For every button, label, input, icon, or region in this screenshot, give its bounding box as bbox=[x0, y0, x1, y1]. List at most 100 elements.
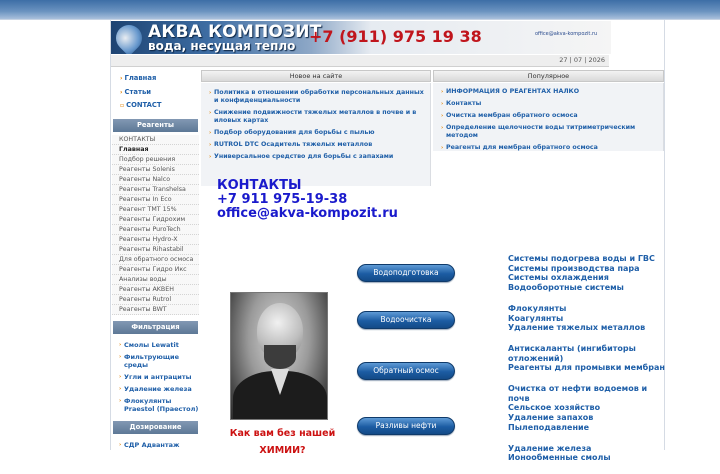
category-group-iron: Удаление железа Ионообменные смолы bbox=[508, 444, 668, 463]
main-nav: › Главная › Статьи ▫ CONTACT bbox=[112, 68, 199, 117]
reagent-menu-item[interactable]: Реагенты PuroTech bbox=[112, 224, 199, 235]
reagent-menu-item[interactable]: Реагенты Transhelsa bbox=[112, 184, 199, 195]
reagent-menu-item[interactable]: Реагенты Гидрохим bbox=[112, 214, 199, 225]
category-link[interactable]: Удаление запахов bbox=[508, 413, 668, 423]
arrow-right-icon: › bbox=[209, 142, 212, 148]
reagent-menu-item[interactable]: Реагенты Гидро Икс bbox=[112, 264, 199, 275]
reagent-menu-item[interactable]: Реагенты BWT bbox=[112, 304, 199, 315]
reagent-menu-item[interactable]: Реагенты In Eco bbox=[112, 194, 199, 205]
banner-email-link[interactable]: office@akva-kompozit.ru bbox=[535, 31, 597, 37]
filtration-menu-item[interactable]: › Флокулянты Praestol (Праестол) bbox=[112, 395, 199, 415]
reagent-menu-item[interactable]: Подбор решения bbox=[112, 154, 199, 165]
category-link[interactable]: Коагулянты bbox=[508, 314, 668, 324]
water-purification-button[interactable]: Водоочистка bbox=[357, 311, 455, 329]
contacts-phone: +7 911 975-19-38 bbox=[217, 192, 348, 207]
category-link[interactable]: Удаление тяжелых металлов bbox=[508, 323, 668, 333]
reagent-menu-item[interactable]: Для обратного осмоса bbox=[112, 254, 199, 265]
category-link[interactable]: Антискаланты (ингибиторы отложений) bbox=[508, 344, 668, 363]
arrow-right-icon: › bbox=[119, 441, 122, 448]
arrow-right-icon: › bbox=[209, 154, 212, 160]
reagent-menu-item[interactable]: Реагенты Rihastabil bbox=[112, 244, 199, 255]
arrow-right-icon: › bbox=[441, 113, 444, 119]
filtration-menu-item[interactable]: › Угли и антрациты bbox=[112, 371, 199, 383]
page-container: АКВА КОМПОЗИТ вода, несущая тепло +7 (91… bbox=[110, 20, 666, 462]
nav-item-articles[interactable]: › Статьи bbox=[120, 86, 199, 100]
arrow-right-icon: › bbox=[441, 89, 444, 95]
portrait-image bbox=[230, 292, 328, 420]
category-group-antiscalants: Антискаланты (ингибиторы отложений) Реаг… bbox=[508, 344, 668, 373]
category-group-oil: Очистка от нефти водоемов и почв Сельско… bbox=[508, 384, 668, 433]
category-link[interactable]: Флокулянты bbox=[508, 304, 668, 314]
news-item[interactable]: › Универсальное средство для борьбы с зап… bbox=[201, 151, 430, 163]
category-link[interactable]: Ионообменные смолы bbox=[508, 453, 668, 463]
reagent-menu-item[interactable]: Анализы воды bbox=[112, 274, 199, 285]
arrow-right-icon: › bbox=[119, 353, 122, 360]
reagent-menu-item[interactable]: Реагенты Nalco bbox=[112, 174, 199, 185]
contacts-block: КОНТАКТЫ +7 911 975-19-38 office@akva-ko… bbox=[217, 179, 398, 221]
arrow-right-icon: › bbox=[119, 341, 122, 348]
popular-item[interactable]: › Определение щелочности воды титриметрич… bbox=[433, 122, 663, 142]
water-treatment-button[interactable]: Водоподготовка bbox=[357, 264, 455, 282]
category-link[interactable]: Системы производства пара bbox=[508, 264, 668, 274]
news-item[interactable]: › Политика в отношении обработки персонал… bbox=[201, 87, 430, 107]
popular-heading: Популярное bbox=[433, 70, 664, 82]
category-link[interactable]: Удаление железа bbox=[508, 444, 668, 454]
popular-item[interactable]: › Очистка мембран обратного осмоса bbox=[433, 110, 663, 122]
popular-item[interactable]: › Контакты bbox=[433, 98, 663, 110]
category-link[interactable]: Реагенты для промывки мембран bbox=[508, 363, 668, 373]
filtration-heading: Фильтрация bbox=[113, 320, 198, 334]
reverse-osmosis-button[interactable]: Обратный осмос bbox=[357, 362, 455, 380]
category-group-flocculants: Флокулянты Коагулянты Удаление тяжелых м… bbox=[508, 304, 668, 333]
reagent-menu-item[interactable]: Реагенты AKBEH bbox=[112, 284, 199, 295]
category-link[interactable]: Системы охлаждения bbox=[508, 273, 668, 283]
oil-spills-button[interactable]: Разливы нефти bbox=[357, 417, 455, 435]
date-bar: 27 | 07 | 2026 bbox=[111, 55, 609, 67]
left-sidebar: › Главная › Статьи ▫ CONTACT Реагенты КОНТА… bbox=[112, 68, 199, 450]
category-link[interactable]: Водооборотные системы bbox=[508, 283, 668, 293]
news-heading: Новое на сайте bbox=[201, 70, 431, 82]
arrow-right-icon: › bbox=[120, 88, 123, 96]
news-item[interactable]: › RUTROL DTC Осадитель тяжелых металлов bbox=[201, 139, 430, 151]
dosing-heading: Дозирование bbox=[113, 420, 198, 434]
filtration-menu-item[interactable]: › Фильтрующие среды bbox=[112, 351, 199, 371]
news-item[interactable]: › Подбор оборудования для борьбы с пылью bbox=[201, 127, 430, 139]
reagent-menu-item[interactable]: Реагенты Solenis bbox=[112, 164, 199, 175]
category-link[interactable]: Системы подогрева воды и ГВС bbox=[508, 254, 668, 264]
dosing-menu: › СДР Адвантаж bbox=[112, 437, 199, 451]
filtration-menu-item[interactable]: › Удаление железа bbox=[112, 383, 199, 395]
category-link[interactable]: Сельское хозяйство bbox=[508, 403, 668, 413]
nav-item-contact[interactable]: ▫ CONTACT bbox=[120, 99, 199, 113]
filtration-menu-item[interactable]: › Смолы Lewatit bbox=[112, 339, 199, 351]
dosing-menu-item[interactable]: › СДР Адвантаж bbox=[112, 439, 199, 451]
water-drop-icon bbox=[111, 21, 148, 54]
category-link[interactable]: Пылеподавление bbox=[508, 423, 668, 433]
popular-item[interactable]: › ИНФОРМАЦИЯ О РЕАГЕНТАХ НАЛКО bbox=[433, 86, 663, 98]
arrow-right-icon: › bbox=[441, 125, 444, 131]
reagents-menu: КОНТАКТЫ Главная Подбор решения Реагенты… bbox=[112, 134, 199, 315]
current-date: 27 | 07 | 2026 bbox=[559, 56, 605, 64]
category-link[interactable]: Очистка от нефти водоемов и почв bbox=[508, 384, 668, 403]
arrow-right-icon: › bbox=[119, 373, 122, 380]
arrow-right-icon: › bbox=[209, 90, 212, 96]
site-banner: АКВА КОМПОЗИТ вода, несущая тепло +7 (91… bbox=[111, 20, 666, 55]
arrow-right-icon: › bbox=[209, 130, 212, 136]
reagent-menu-item[interactable]: Главная bbox=[112, 144, 199, 155]
broken-image-icon: ▫ bbox=[120, 102, 125, 109]
filtration-menu: › Смолы Lewatit › Фильтрующие среды › Угли … bbox=[112, 337, 199, 415]
reagent-menu-item[interactable]: КОНТАКТЫ bbox=[112, 134, 199, 145]
reagents-heading: Реагенты bbox=[113, 118, 198, 132]
popular-item[interactable]: › Реагенты для мембран обратного осмоса bbox=[433, 142, 663, 154]
portrait-caption: Как вам без нашей ХИМИИ? bbox=[229, 428, 336, 456]
reagent-menu-item[interactable]: Реагенты Hydro-X bbox=[112, 234, 199, 245]
category-links: Системы подогрева воды и ГВС Системы про… bbox=[508, 254, 668, 474]
arrow-right-icon: › bbox=[441, 145, 444, 151]
banner-image[interactable]: АКВА КОМПОЗИТ вода, несущая тепло +7 (91… bbox=[111, 21, 611, 54]
reagent-menu-item[interactable]: Реагент ТМТ 15% bbox=[112, 204, 199, 215]
news-item[interactable]: › Снижение подвижности тяжелых металлов в… bbox=[201, 107, 430, 127]
arrow-right-icon: › bbox=[441, 101, 444, 107]
contacts-email[interactable]: office@akva-kompozit.ru bbox=[217, 207, 398, 221]
nav-item-home[interactable]: › Главная bbox=[120, 72, 199, 86]
contacts-title: КОНТАКТЫ bbox=[217, 178, 302, 193]
arrow-right-icon: › bbox=[209, 110, 212, 116]
reagent-menu-item[interactable]: Реагенты Rutrol bbox=[112, 294, 199, 305]
